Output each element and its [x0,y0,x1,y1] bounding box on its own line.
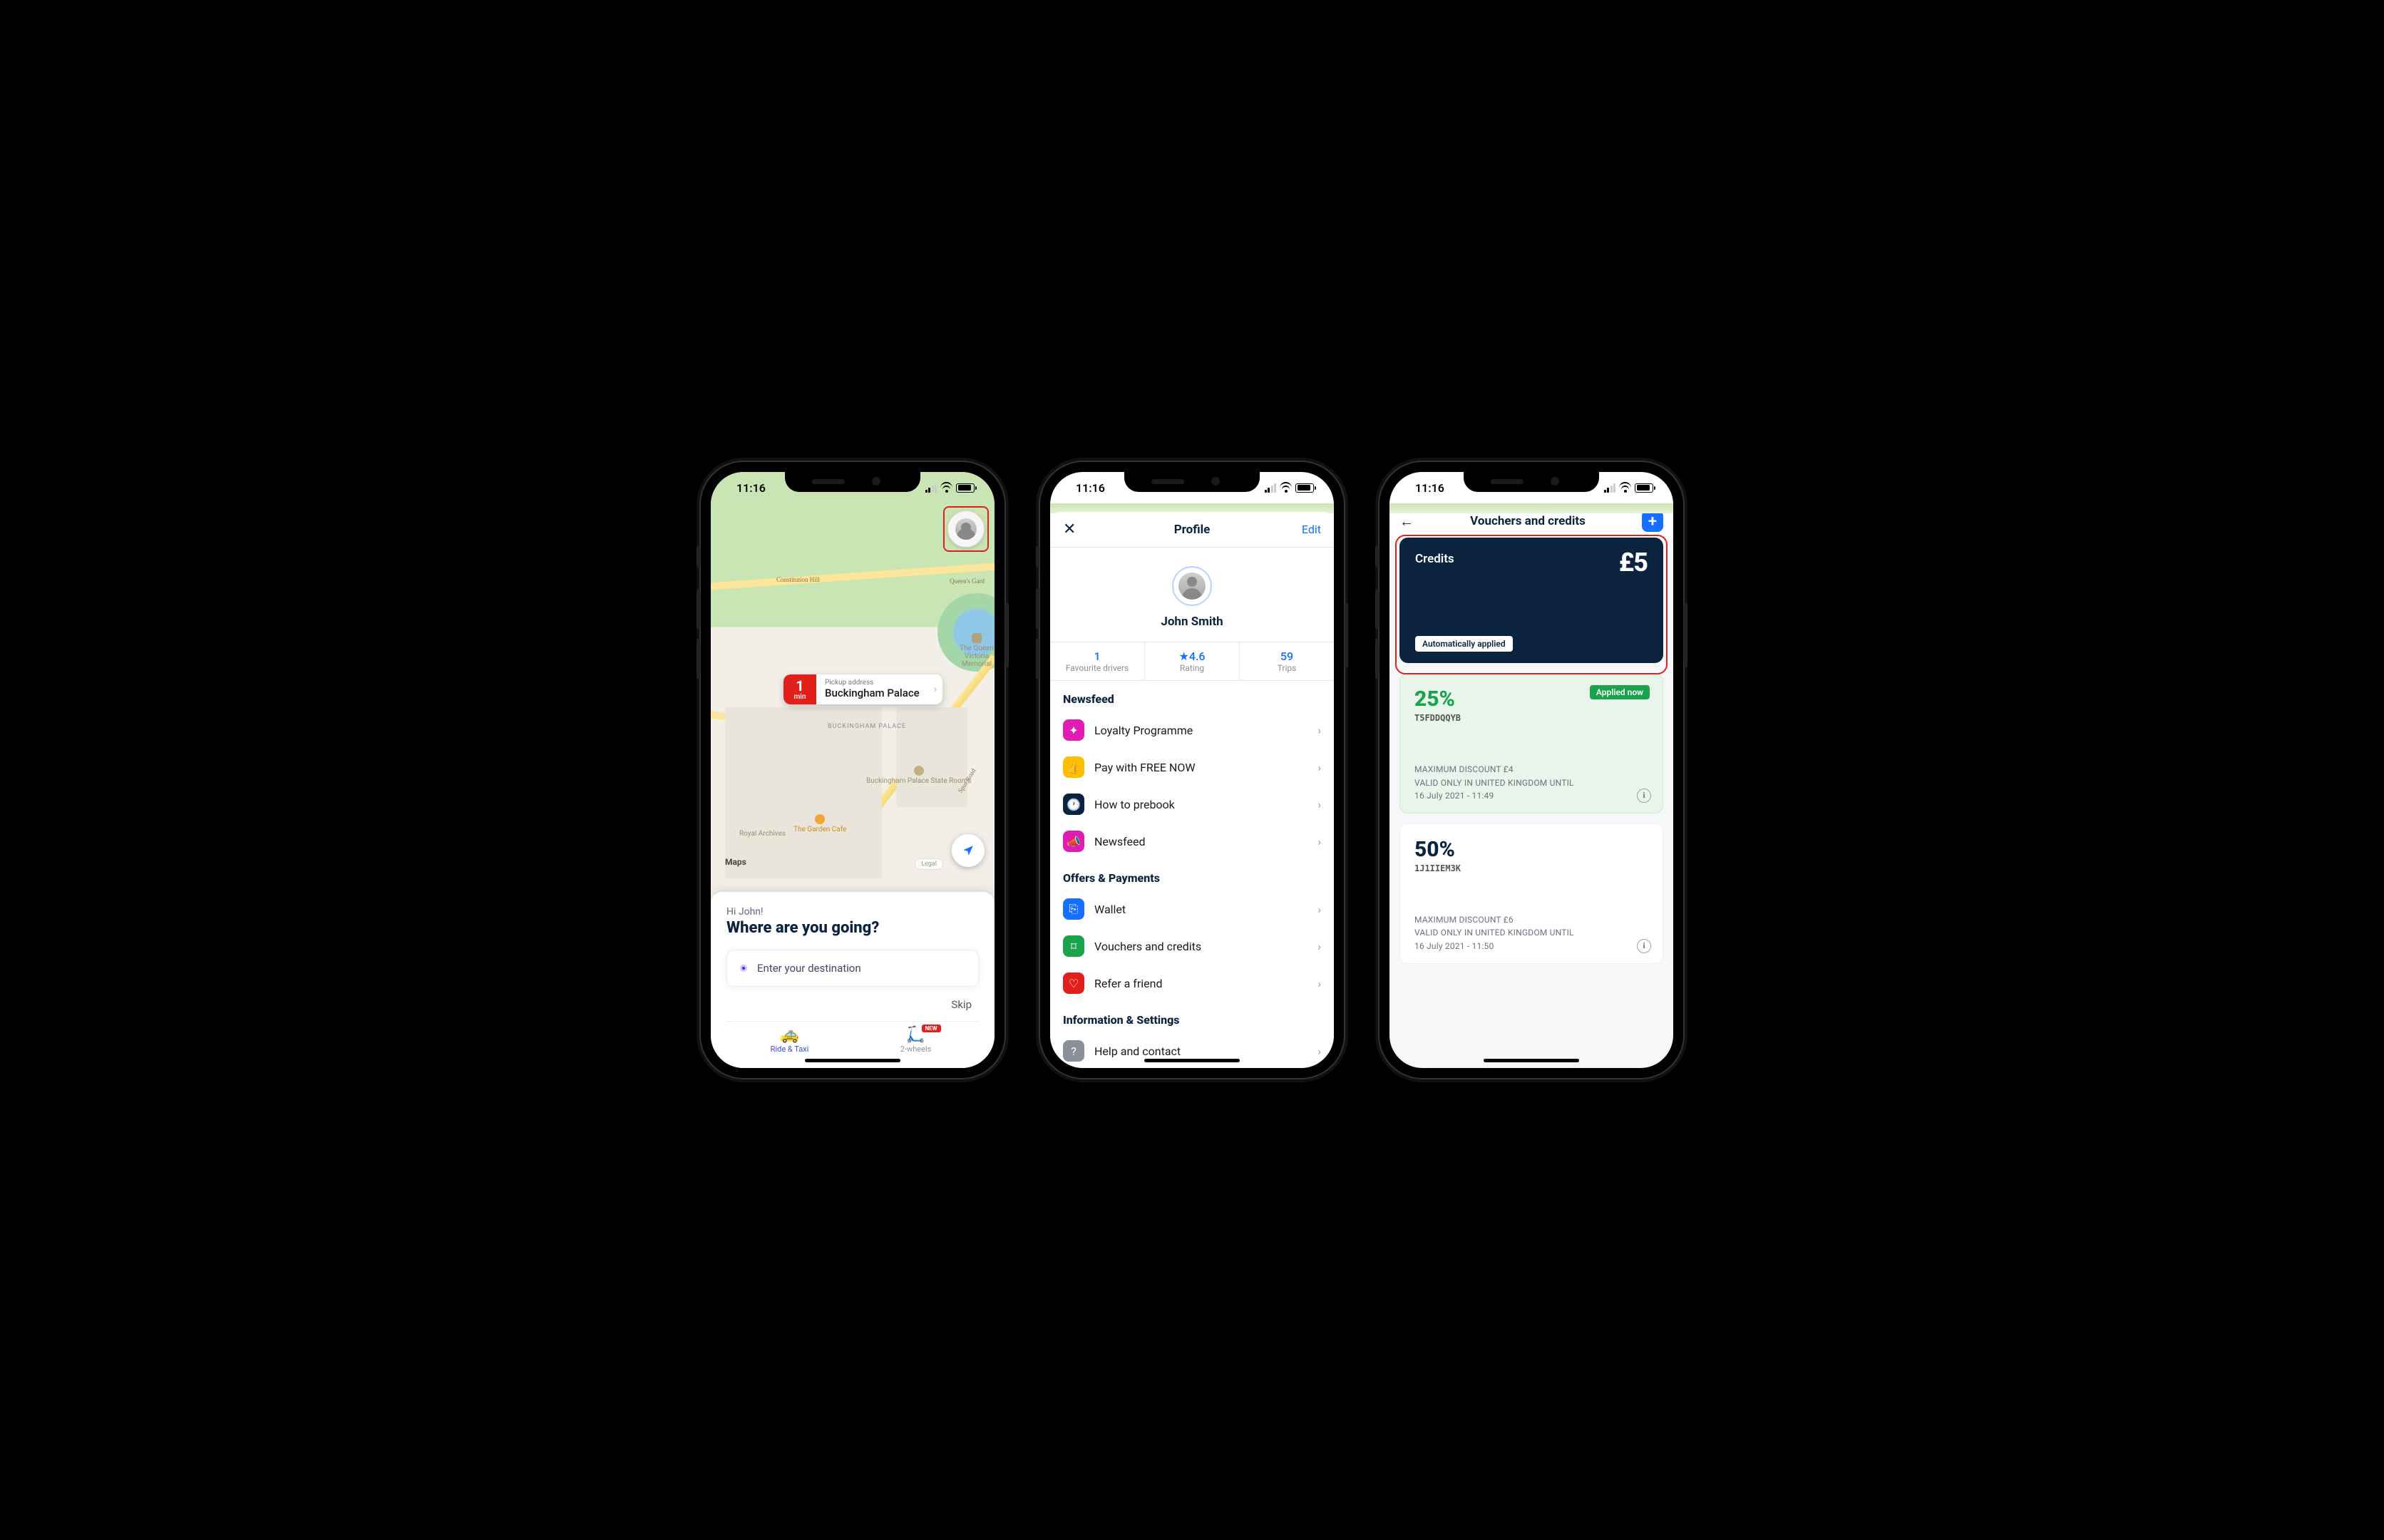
pickup-label: Pickup address [825,679,920,687]
greeting-text: Hi John! [726,906,979,918]
map-poi: The Queen Victoria Memorial [959,633,995,668]
map-label: Queen's Gard [950,578,985,585]
tab-ride-taxi[interactable]: 🚕 Ride & Taxi [726,1027,853,1054]
tab-label: 2-wheels [900,1044,932,1054]
section-title-info: Information & Settings [1050,1002,1334,1032]
thumbs-up-icon: 👍 [1063,756,1084,778]
row-loyalty-programme[interactable]: ✦Loyalty Programme› [1050,712,1334,749]
page-title: Vouchers and credits [1470,514,1586,528]
voucher-code: T5FDDQQYB [1414,713,1648,723]
ticket-icon: ⌑ [1063,935,1084,957]
profile-header: ✕ Profile Edit [1050,512,1334,548]
voucher-card[interactable]: Applied now 25% T5FDDQQYB MAXIMUM DISCOU… [1399,673,1663,813]
voucher-code: 1J1IIEM3K [1414,863,1648,873]
applied-now-chip: Applied now [1590,685,1650,699]
destination-placeholder: Enter your destination [757,962,861,975]
destination-input[interactable]: Enter your destination [726,950,979,987]
back-button[interactable]: ← [1399,513,1414,530]
row-refer-friend[interactable]: ♡Refer a friend› [1050,965,1334,1002]
voucher-meta: MAXIMUM DISCOUNT £6 VALID ONLY IN UNITED… [1414,913,1648,953]
tab-label: Ride & Taxi [771,1044,809,1054]
close-button[interactable]: ✕ [1063,520,1076,538]
heart-icon: ♡ [1063,972,1084,994]
stat-trips[interactable]: 59Trips [1240,642,1334,680]
signal-icon [1604,483,1616,493]
battery-icon [956,483,975,493]
chevron-right-icon: › [1317,940,1321,953]
status-time: 11:16 [1076,481,1105,495]
taxi-icon: 🚕 [726,1027,853,1043]
new-badge: NEW [922,1025,941,1032]
page-title: Profile [1050,523,1334,537]
bookmark-icon: ✦ [1063,719,1084,741]
prompt-heading: Where are you going? [726,919,979,937]
voucher-percent: 50% [1414,837,1648,862]
scooter-icon: 🛴 [853,1027,979,1043]
chevron-right-icon: › [1317,1044,1321,1058]
clock-icon: 🕐 [1063,794,1084,815]
row-vouchers-credits[interactable]: ⌑Vouchers and credits› [1050,928,1334,965]
location-arrow-icon [962,844,975,857]
avatar-icon [1178,573,1206,600]
section-title-newsfeed: Newsfeed [1050,681,1334,712]
chevron-right-icon: › [1317,761,1321,774]
chevron-right-icon: › [928,684,942,695]
question-icon: ? [1063,1040,1084,1062]
stat-favourite-drivers[interactable]: 1Favourite drivers [1050,642,1145,680]
signal-icon [925,483,937,493]
chevron-right-icon: › [1317,903,1321,916]
user-avatar[interactable] [1172,566,1212,606]
row-help-contact[interactable]: ?Help and contact› [1050,1032,1334,1068]
megaphone-icon: 📣 [1063,831,1084,852]
status-time: 11:16 [1415,481,1444,495]
battery-icon [1295,483,1314,493]
chevron-right-icon: › [1317,724,1321,737]
destination-dot-icon [740,965,747,972]
pickup-card[interactable]: 1 min Pickup address Buckingham Palace › [783,674,942,704]
chevron-right-icon: › [1317,977,1321,990]
skip-button[interactable]: Skip [726,987,979,1021]
highlight-annotation [1395,535,1668,674]
wifi-icon [1280,483,1292,493]
stat-rating[interactable]: ★4.6Rating [1145,642,1240,680]
map-poi: BUCKINGHAM PALACE [828,723,906,730]
bottom-sheet: Hi John! Where are you going? Enter your… [711,892,995,1068]
wifi-icon [940,483,952,493]
chevron-right-icon: › [1317,798,1321,811]
row-pay-with-freenow[interactable]: 👍Pay with FREE NOW› [1050,749,1334,786]
info-icon[interactable]: i [1637,939,1651,953]
maps-legal-button[interactable]: Legal [915,858,943,870]
add-voucher-button[interactable]: + [1642,510,1663,532]
voucher-card[interactable]: 50% 1J1IIEM3K MAXIMUM DISCOUNT £6 VALID … [1399,823,1663,964]
map-poi: Buckingham Palace State Rooms [866,766,972,785]
locate-me-button[interactable] [952,834,985,867]
chevron-right-icon: › [1317,835,1321,848]
row-how-to-prebook[interactable]: 🕐How to prebook› [1050,786,1334,823]
tab-two-wheels[interactable]: NEW 🛴 2-wheels [853,1027,979,1054]
wallet-icon: ⎘ [1063,898,1084,920]
info-icon[interactable]: i [1637,789,1651,803]
pickup-address: Buckingham Palace [825,687,920,699]
voucher-meta: MAXIMUM DISCOUNT £4 VALID ONLY IN UNITED… [1414,763,1648,803]
map-label: Constitution Hill [776,576,820,583]
wifi-icon [1619,483,1631,493]
maps-attribution: Maps [725,857,746,867]
stats-row: 1Favourite drivers ★4.6Rating 59Trips [1050,642,1334,681]
section-title-offers: Offers & Payments [1050,860,1334,890]
row-newsfeed[interactable]: 📣Newsfeed› [1050,823,1334,860]
status-time: 11:16 [736,481,766,495]
eta-badge: 1 min [783,674,816,704]
row-wallet[interactable]: ⎘Wallet› [1050,890,1334,928]
highlight-annotation [943,506,989,552]
map-poi: The Garden Cafe [793,814,846,833]
map-poi: Royal Archives [739,830,786,838]
edit-button[interactable]: Edit [1302,523,1321,536]
battery-icon [1635,483,1653,493]
signal-icon [1265,483,1277,493]
user-name: John Smith [1050,615,1334,629]
